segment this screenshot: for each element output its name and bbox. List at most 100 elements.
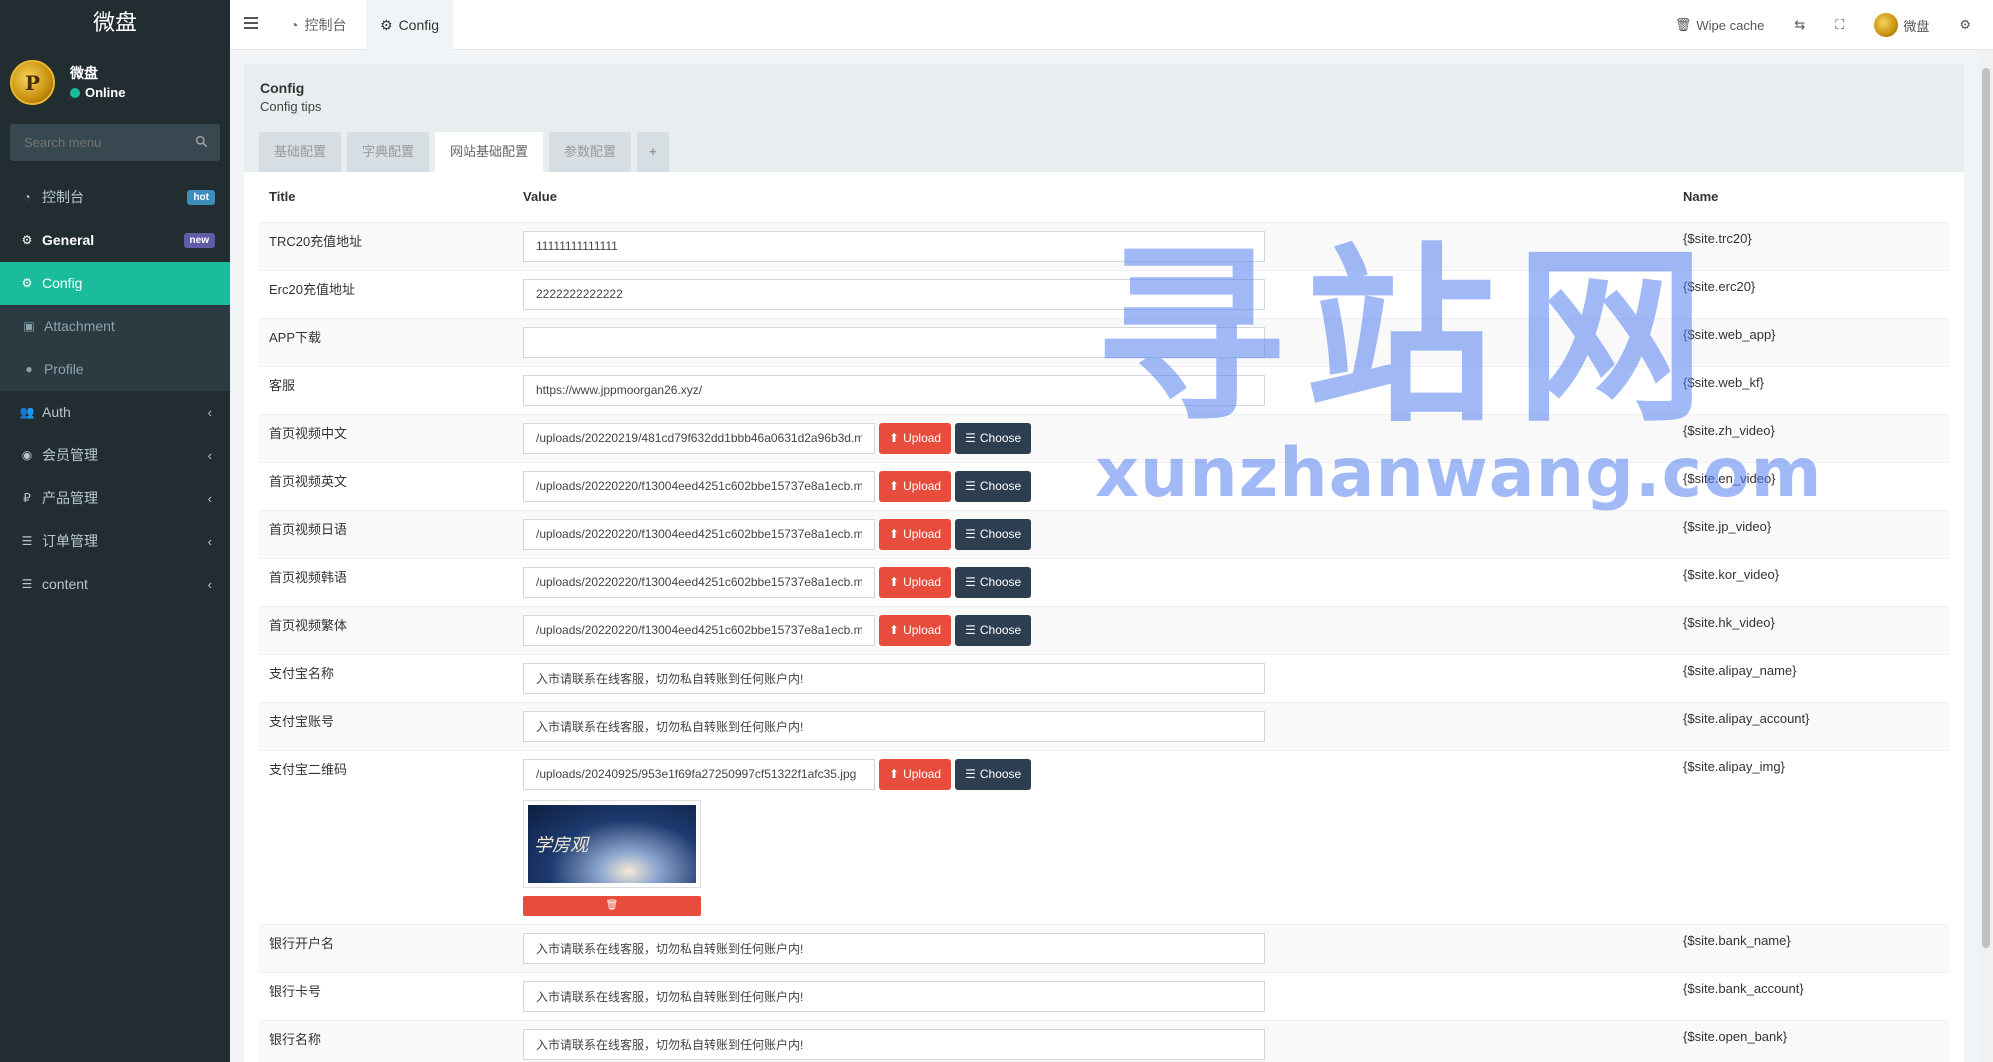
choose-button[interactable]: ☰ Choose xyxy=(955,566,1032,598)
value-input[interactable] xyxy=(523,710,1265,742)
ruble-icon: ₽ xyxy=(23,491,31,505)
sidebar-item-general[interactable]: ⚙ General new xyxy=(0,219,230,262)
choose-button[interactable]: ☰ Choose xyxy=(955,470,1032,502)
row-title: 银行名称 xyxy=(259,1019,513,1062)
table-row: 首页视频英文⬆Upload☰Choose{$site.en_video} xyxy=(259,461,1949,510)
sidebar-item-config[interactable]: ⚙ Config xyxy=(0,262,230,305)
upload-label: Upload xyxy=(903,767,942,781)
wipe-cache-label: Wipe cache xyxy=(1696,17,1765,33)
upload-icon: ⬆ xyxy=(889,575,900,589)
choose-label: Choose xyxy=(979,527,1022,541)
row-title: 首页视频韩语 xyxy=(259,557,513,606)
choose-button[interactable]: ☰ Choose xyxy=(955,614,1032,646)
sidebar-item-attachment[interactable]: ▣ Attachment xyxy=(0,305,230,348)
tab-config[interactable]: ⚙ Config xyxy=(366,0,454,50)
cogs-icon: ⚙ xyxy=(1959,17,1971,32)
brand-logo[interactable]: 微盘 xyxy=(0,0,230,50)
wipe-cache-button[interactable]: 🗑 Wipe cache xyxy=(1660,17,1779,33)
gear-icon: ⚙ xyxy=(21,276,33,290)
sidebar-item-label: 订单管理 xyxy=(42,533,98,549)
value-input[interactable] xyxy=(523,470,875,502)
tab-dashboard[interactable]: ◔ 控制台 xyxy=(276,0,360,50)
upload-button[interactable]: ⬆ Upload xyxy=(879,470,952,502)
tab-label: Config xyxy=(398,17,440,33)
menu-toggle-icon[interactable] xyxy=(244,16,258,30)
value-input[interactable] xyxy=(523,326,1265,358)
preview-image: 学房观 xyxy=(528,804,696,883)
choose-button[interactable]: ☰ Choose xyxy=(955,422,1032,454)
user-status-label: Online xyxy=(85,85,126,100)
value-input[interactable] xyxy=(523,422,875,454)
language-button[interactable]: ⇆ xyxy=(1779,17,1820,33)
row-title: TRC20充值地址 xyxy=(259,221,513,270)
tab-params[interactable]: 参数配置 xyxy=(549,132,632,172)
tab-basic[interactable]: 基础配置 xyxy=(259,132,342,172)
choose-button[interactable]: ☰ Choose xyxy=(955,758,1032,790)
fullscreen-button[interactable]: ⛶ xyxy=(1820,17,1859,33)
value-input[interactable] xyxy=(523,980,1265,1012)
upload-group: ⬆Upload☰Choose xyxy=(523,566,1663,598)
sidebar-item-content[interactable]: ☰ content ‹ xyxy=(0,563,230,606)
image-preview[interactable]: 学房观 xyxy=(523,799,701,888)
upload-button[interactable]: ⬆ Upload xyxy=(879,518,952,550)
upload-button[interactable]: ⬆ Upload xyxy=(879,614,952,646)
upload-group: ⬆Upload☰Choose xyxy=(523,422,1663,454)
row-name: {$site.trc20} xyxy=(1673,221,1949,270)
page-title: Config xyxy=(260,80,305,96)
search-input[interactable] xyxy=(10,124,220,161)
upload-label: Upload xyxy=(903,479,942,493)
sidebar-item-orders[interactable]: ☰ 订单管理 ‹ xyxy=(0,520,230,563)
row-title: 首页视频日语 xyxy=(259,509,513,558)
value-input[interactable] xyxy=(523,614,875,646)
scrollbar[interactable] xyxy=(1979,50,1993,1062)
row-value xyxy=(513,269,1673,318)
sidebar-menu: ◔ 控制台 hot ⚙ General new ⚙ Config ▣ Attac… xyxy=(0,176,230,606)
add-tab-button[interactable]: + xyxy=(637,132,669,172)
row-value xyxy=(513,1019,1673,1062)
sidebar-item-label: content xyxy=(42,576,88,592)
row-name: {$site.bank_account} xyxy=(1673,971,1949,1020)
table-row: 客服 {$site.web_kf} xyxy=(259,365,1949,414)
online-dot-icon xyxy=(70,87,80,98)
value-input[interactable] xyxy=(523,1028,1265,1060)
search-icon[interactable] xyxy=(195,135,208,148)
value-input[interactable] xyxy=(523,278,1265,310)
row-value: ⬆Upload☰Choose xyxy=(513,605,1673,654)
list-icon: ☰ xyxy=(965,767,976,781)
sidebar-item-products[interactable]: ₽ 产品管理 ‹ xyxy=(0,477,230,520)
user-name: 微盘 xyxy=(70,65,98,81)
upload-icon: ⬆ xyxy=(889,767,900,781)
user-menu[interactable]: 微盘 xyxy=(1859,13,1944,37)
config-tabs: 基础配置 字典配置 网站基础配置 参数配置 + xyxy=(259,132,669,172)
row-value: ⬆Upload☰Choose xyxy=(513,509,1673,558)
tab-dictionary[interactable]: 字典配置 xyxy=(347,132,430,172)
control-sidebar-button[interactable]: ⚙ xyxy=(1944,17,1993,33)
row-value xyxy=(513,365,1673,414)
value-input[interactable] xyxy=(523,374,1265,406)
value-input[interactable] xyxy=(523,662,1265,694)
row-name: {$site.kor_video} xyxy=(1673,557,1949,606)
row-value xyxy=(513,701,1673,750)
value-input[interactable] xyxy=(523,758,875,790)
sidebar-item-label: Auth xyxy=(42,404,71,420)
chevron-left-icon: ‹ xyxy=(207,577,212,592)
table-row: Erc20充值地址 {$site.erc20} xyxy=(259,269,1949,318)
sidebar-item-members[interactable]: ◉ 会员管理 ‹ xyxy=(0,434,230,477)
upload-button[interactable]: ⬆ Upload xyxy=(879,566,952,598)
delete-image-button[interactable]: 🗑 xyxy=(523,895,701,916)
upload-button[interactable]: ⬆ Upload xyxy=(879,758,952,790)
value-input[interactable] xyxy=(523,932,1265,964)
upload-button[interactable]: ⬆ Upload xyxy=(879,422,952,454)
tab-site-basic[interactable]: 网站基础配置 xyxy=(435,132,544,172)
sidebar-item-profile[interactable]: ● Profile xyxy=(0,348,230,391)
sidebar-item-auth[interactable]: 👥 Auth ‹ xyxy=(0,391,230,434)
avatar: P xyxy=(10,60,55,105)
value-input[interactable] xyxy=(523,518,875,550)
table-row: 银行名称 {$site.open_bank} xyxy=(259,1019,1949,1062)
choose-button[interactable]: ☰ Choose xyxy=(955,518,1032,550)
scrollbar-thumb[interactable] xyxy=(1982,68,1990,948)
value-input[interactable] xyxy=(523,566,875,598)
row-name: {$site.zh_video} xyxy=(1673,413,1949,462)
value-input[interactable] xyxy=(523,230,1265,262)
sidebar-item-dashboard[interactable]: ◔ 控制台 hot xyxy=(0,176,230,219)
